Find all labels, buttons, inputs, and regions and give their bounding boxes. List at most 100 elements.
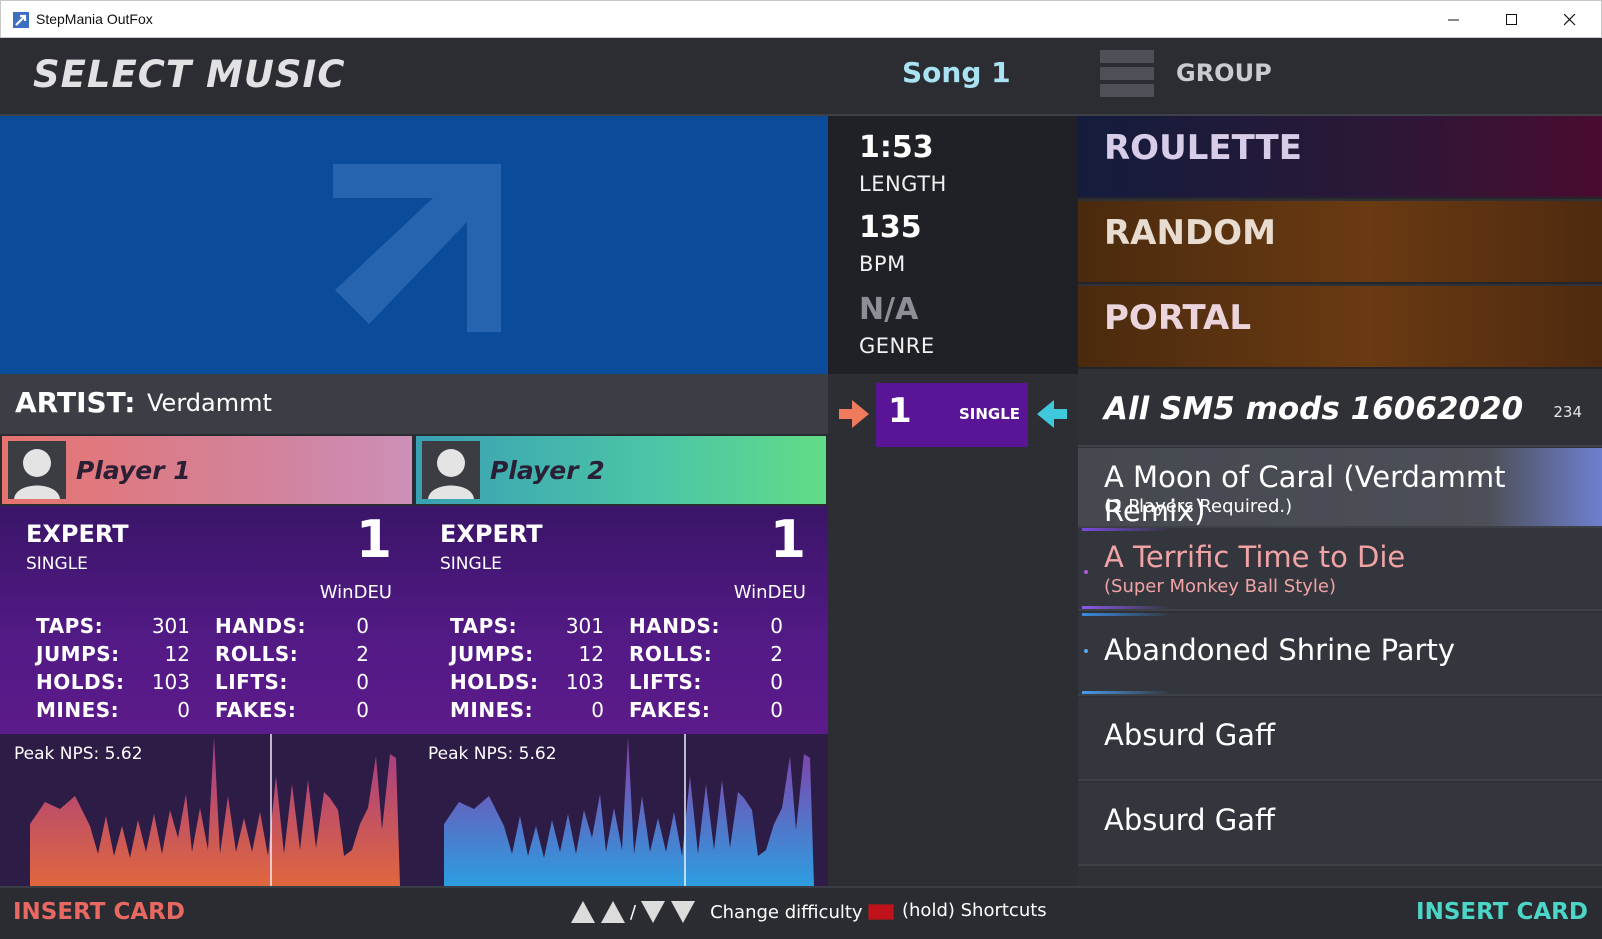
p1-insert-card: INSERT CARD (13, 899, 185, 925)
wheel-item-roulette[interactable]: ROULETTE (1078, 116, 1602, 199)
app-icon (13, 12, 29, 28)
p1-arrow-right-icon (839, 400, 869, 428)
player-2-steps-type: SINGLE (440, 554, 502, 574)
song-title: Abandoned Shrine Party (1104, 633, 1456, 667)
up-arrow-icon (571, 901, 595, 923)
sort-menu-icon[interactable] (1100, 50, 1154, 102)
player-1-difficulty-card: EXPERT SINGLE 1 WinDEU TAPS: 301 HANDS: … (0, 506, 414, 734)
player-1-density-graph: Peak NPS: 5.62 (0, 734, 414, 886)
wheel-song-selected[interactable]: A Moon of Caral (Verdammt Remix) (2 Play… (1078, 448, 1602, 528)
steps-type: SINGLE (958, 405, 1020, 423)
genre-key: GENRE (859, 334, 935, 358)
maximize-button[interactable] (1483, 1, 1541, 38)
group-name: All SM5 mods 16062020 (1104, 391, 1524, 427)
radar-value: 0 (770, 698, 783, 722)
song-stats-column: 1:53 LENGTH 135 BPM N/A GENRE 1 SINGLE (828, 116, 1078, 886)
stage-label: Song 1 (902, 56, 1011, 89)
player-2-header: Player 2 (416, 436, 826, 504)
artist-name: Verdammt (147, 389, 272, 417)
player-1-difficulty: EXPERT (26, 520, 129, 548)
wheel-item-random[interactable]: RANDOM (1078, 201, 1602, 284)
song-difficulty-bar (1082, 528, 1172, 531)
bpm-value: 135 (859, 210, 922, 245)
radar-key: HANDS: (215, 614, 306, 638)
radar-key: JUMPS: (36, 642, 120, 666)
radar-key: HOLDS: (450, 670, 539, 694)
difficulty-hint: / Change difficulty (570, 900, 863, 924)
radar-key: JUMPS: (450, 642, 534, 666)
wheel-song[interactable]: Absurd Gaff (1078, 783, 1602, 866)
player-1-steps-type: SINGLE (26, 554, 88, 574)
down-arrow-icon (641, 901, 666, 923)
music-wheel[interactable]: ROULETTE RANDOM PORTAL All SM5 mods 1606… (1078, 116, 1602, 886)
player-2-peak-nps: Peak NPS: 5.62 (428, 744, 557, 764)
radar-key: FAKES: (215, 698, 297, 722)
song-subtitle: (Super Monkey Ball Style) (1104, 576, 1336, 597)
song-title: Absurd Gaff (1104, 803, 1275, 837)
radar-value: 2 (356, 642, 369, 666)
minimize-icon (1448, 19, 1459, 20)
radar-key: ROLLS: (629, 642, 713, 666)
screen-header: SELECT MUSIC Song 1 GROUP (0, 38, 1602, 116)
song-title: A Moon of Caral (Verdammt Remix) (1104, 460, 1506, 528)
radar-value: 0 (356, 670, 369, 694)
player-1-avatar-icon (8, 441, 66, 499)
minimize-button[interactable] (1425, 1, 1483, 38)
wheel-item-label: ROULETTE (1104, 128, 1302, 168)
player-2-author: WinDEU (733, 582, 806, 603)
genre-value: N/A (859, 292, 919, 327)
radar-key: TAPS: (450, 614, 518, 638)
song-marker-dot (1084, 570, 1088, 574)
radar-value: 103 (151, 670, 190, 694)
close-button[interactable] (1541, 1, 1599, 38)
radar-key: ROLLS: (215, 642, 299, 666)
radar-value: 0 (177, 698, 190, 722)
player-2-difficulty: EXPERT (440, 520, 543, 548)
wheel-item-portal[interactable]: PORTAL (1078, 286, 1602, 369)
length-value: 1:53 (859, 130, 934, 165)
radar-key: FAKES: (629, 698, 711, 722)
radar-value: 0 (591, 698, 604, 722)
group-song-count: 234 (1553, 403, 1582, 421)
player-2-avatar-icon (422, 441, 480, 499)
p2-insert-card: INSERT CARD (1416, 899, 1588, 925)
radar-value: 2 (770, 642, 783, 666)
song-title: A Terrific Time to Die (1104, 540, 1406, 574)
length-key: LENGTH (859, 172, 947, 196)
maximize-icon (1506, 13, 1517, 25)
up-arrow-icon (601, 901, 625, 923)
radar-value: 301 (151, 614, 190, 638)
steps-selector[interactable]: 1 SINGLE (876, 383, 1028, 447)
shortcut-hint-label: (hold) Shortcuts (902, 900, 1047, 921)
wheel-song[interactable]: Absurd Gaff (1078, 698, 1602, 781)
sort-mode-label[interactable]: GROUP (1176, 59, 1272, 87)
song-difficulty-bar (1082, 606, 1172, 609)
player-2-name: Player 2 (490, 456, 605, 485)
radar-key: MINES: (36, 698, 120, 722)
player-2-density-graph: Peak NPS: 5.62 (414, 734, 828, 886)
song-subtitle: (2 Players Required.) (1104, 496, 1293, 517)
player-1-peak-nps: Peak NPS: 5.62 (14, 744, 143, 764)
radar-key: TAPS: (36, 614, 104, 638)
song-difficulty-bar (1082, 691, 1172, 694)
wheel-item-label: RANDOM (1104, 213, 1276, 253)
hint-separator: / (630, 901, 637, 923)
screen-title: SELECT MUSIC (33, 53, 346, 96)
player-1-meter: 1 (355, 510, 392, 570)
window-titlebar: StepMania OutFox (0, 0, 1602, 38)
player-2-meter: 1 (769, 510, 806, 570)
steps-count: 1 (888, 391, 912, 431)
p2-arrow-left-icon (1037, 400, 1067, 428)
player-1-author: WinDEU (319, 582, 392, 603)
radar-key: HANDS: (629, 614, 720, 638)
radar-key: HOLDS: (36, 670, 125, 694)
radar-value: 12 (578, 642, 604, 666)
wheel-song[interactable]: A Terrific Time to Die (Super Monkey Bal… (1078, 528, 1602, 611)
window-title: StepMania OutFox (36, 11, 153, 27)
wheel-song[interactable]: Abandoned Shrine Party (1078, 613, 1602, 696)
close-icon (1564, 13, 1576, 25)
player-2-difficulty-card: EXPERT SINGLE 1 WinDEU TAPS: 301 HANDS: … (414, 506, 828, 734)
player-1-header: Player 1 (2, 436, 412, 504)
outfox-arrow-logo (333, 164, 501, 332)
wheel-group-header[interactable]: All SM5 mods 16062020 234 (1078, 371, 1602, 447)
